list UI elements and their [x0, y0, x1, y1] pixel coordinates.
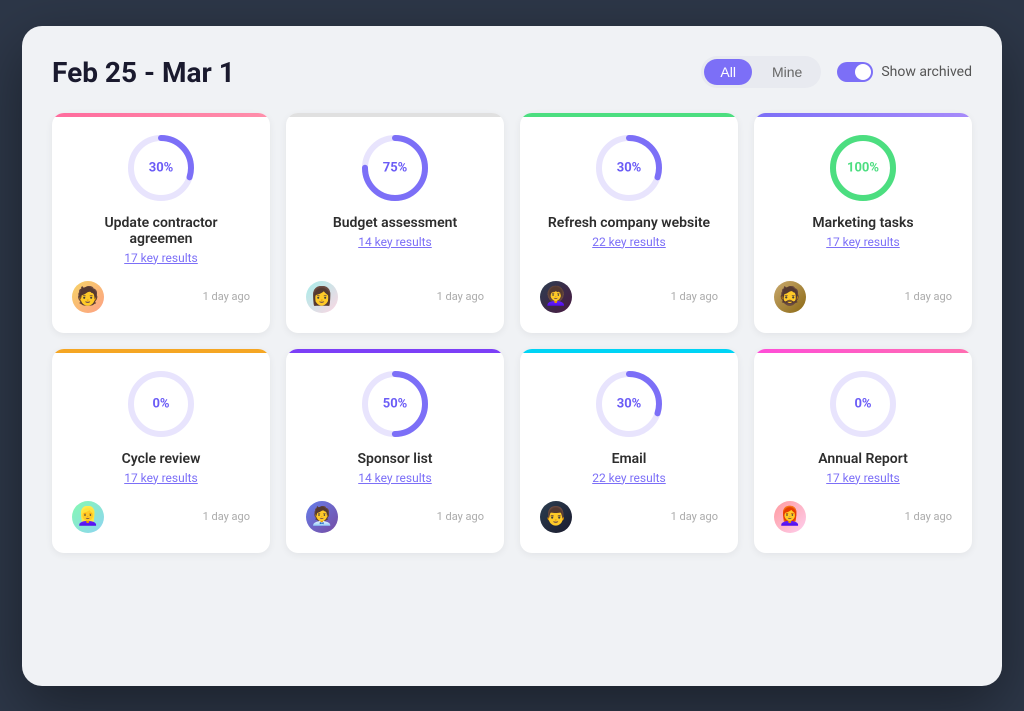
key-results-1[interactable]: 17 key results [124, 251, 198, 265]
key-results-3[interactable]: 22 key results [592, 235, 666, 249]
card-footer-4: 🧔 1 day ago [774, 281, 952, 313]
card-footer-3: 👩‍🦱 1 day ago [540, 281, 718, 313]
avatar-5: 👱‍♀️ [72, 501, 104, 533]
key-results-4[interactable]: 17 key results [826, 235, 900, 249]
timestamp-1: 1 day ago [203, 290, 250, 303]
progress-circle-8: 0% [828, 369, 898, 439]
date-range: Feb 25 - Mar 1 [52, 56, 235, 89]
header: Feb 25 - Mar 1 All Mine Show archived [52, 56, 972, 89]
card-title-4: Marketing tasks [812, 215, 913, 231]
timestamp-3: 1 day ago [671, 290, 718, 303]
timestamp-5: 1 day ago [203, 510, 250, 523]
card-4[interactable]: 100% Marketing tasks 17 key results 🧔 1 … [754, 113, 972, 333]
card-7[interactable]: 30% Email 22 key results 👨 1 day ago [520, 349, 738, 553]
card-footer-5: 👱‍♀️ 1 day ago [72, 501, 250, 533]
show-archived-control: Show archived [837, 62, 972, 82]
card-footer-1: 🧑 1 day ago [72, 281, 250, 313]
key-results-7[interactable]: 22 key results [592, 471, 666, 485]
avatar-8: 👩‍🦰 [774, 501, 806, 533]
progress-label-2: 75% [383, 160, 408, 175]
card-title-5: Cycle review [122, 451, 201, 467]
card-title-2: Budget assessment [333, 215, 457, 231]
timestamp-8: 1 day ago [905, 510, 952, 523]
card-title-8: Annual Report [818, 451, 908, 467]
avatar-face-1: 🧑 [77, 288, 99, 306]
filter-all-button[interactable]: All [704, 59, 752, 85]
card-title-1: Update contractor agreemen [72, 215, 250, 247]
timestamp-4: 1 day ago [905, 290, 952, 303]
key-results-2[interactable]: 14 key results [358, 235, 432, 249]
cards-grid: 30% Update contractor agreemen 17 key re… [52, 113, 972, 553]
show-archived-label: Show archived [881, 64, 972, 80]
timestamp-2: 1 day ago [437, 290, 484, 303]
avatar-7: 👨 [540, 501, 572, 533]
key-results-6[interactable]: 14 key results [358, 471, 432, 485]
progress-label-4: 100% [847, 160, 879, 175]
progress-label-3: 30% [617, 160, 642, 175]
header-controls: All Mine Show archived [701, 56, 972, 88]
progress-circle-4: 100% [828, 133, 898, 203]
card-title-3: Refresh company website [548, 215, 710, 231]
card-3[interactable]: 30% Refresh company website 22 key resul… [520, 113, 738, 333]
progress-label-8: 0% [854, 396, 871, 411]
card-title-7: Email [612, 451, 647, 467]
card-footer-2: 👩 1 day ago [306, 281, 484, 313]
progress-label-5: 0% [152, 396, 169, 411]
card-2[interactable]: 75% Budget assessment 14 key results 👩 1… [286, 113, 504, 333]
avatar-face-4: 🧔 [779, 288, 801, 306]
card-1[interactable]: 30% Update contractor agreemen 17 key re… [52, 113, 270, 333]
key-results-8[interactable]: 17 key results [826, 471, 900, 485]
show-archived-toggle[interactable] [837, 62, 873, 82]
progress-circle-1: 30% [126, 133, 196, 203]
key-results-5[interactable]: 17 key results [124, 471, 198, 485]
avatar-face-6: 🧑‍💼 [311, 508, 333, 526]
progress-circle-2: 75% [360, 133, 430, 203]
timestamp-7: 1 day ago [671, 510, 718, 523]
card-title-6: Sponsor list [358, 451, 433, 467]
progress-circle-6: 50% [360, 369, 430, 439]
avatar-face-5: 👱‍♀️ [77, 508, 99, 526]
timestamp-6: 1 day ago [437, 510, 484, 523]
avatar-1: 🧑 [72, 281, 104, 313]
progress-label-6: 50% [383, 396, 408, 411]
avatar-face-7: 👨 [545, 508, 567, 526]
card-footer-6: 🧑‍💼 1 day ago [306, 501, 484, 533]
card-footer-7: 👨 1 day ago [540, 501, 718, 533]
card-8[interactable]: 0% Annual Report 17 key results 👩‍🦰 1 da… [754, 349, 972, 553]
avatar-face-3: 👩‍🦱 [545, 288, 567, 306]
progress-circle-3: 30% [594, 133, 664, 203]
avatar-3: 👩‍🦱 [540, 281, 572, 313]
avatar-face-2: 👩 [311, 288, 333, 306]
filter-mine-button[interactable]: Mine [756, 59, 818, 85]
filter-group: All Mine [701, 56, 821, 88]
progress-label-1: 30% [149, 160, 174, 175]
progress-label-7: 30% [617, 396, 642, 411]
card-6[interactable]: 50% Sponsor list 14 key results 🧑‍💼 1 da… [286, 349, 504, 553]
avatar-6: 🧑‍💼 [306, 501, 338, 533]
avatar-4: 🧔 [774, 281, 806, 313]
progress-circle-7: 30% [594, 369, 664, 439]
avatar-face-8: 👩‍🦰 [779, 508, 801, 526]
avatar-2: 👩 [306, 281, 338, 313]
card-footer-8: 👩‍🦰 1 day ago [774, 501, 952, 533]
app-container: Feb 25 - Mar 1 All Mine Show archived 30… [22, 26, 1002, 686]
progress-circle-5: 0% [126, 369, 196, 439]
card-5[interactable]: 0% Cycle review 17 key results 👱‍♀️ 1 da… [52, 349, 270, 553]
